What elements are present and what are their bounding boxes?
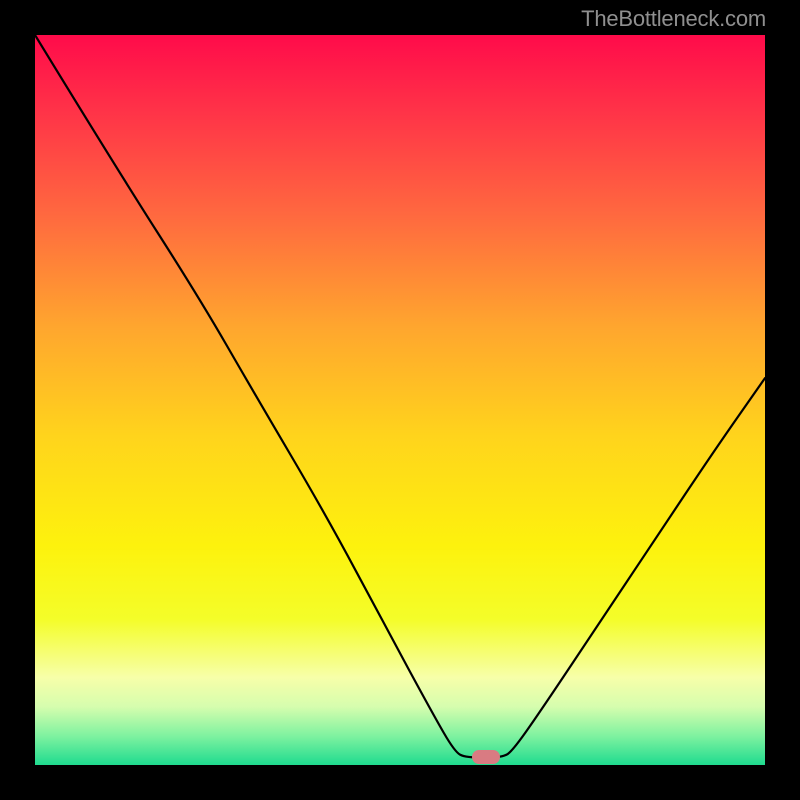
chart-frame: TheBottleneck.com xyxy=(0,0,800,800)
watermark-text: TheBottleneck.com xyxy=(581,6,766,32)
optimal-point-marker xyxy=(472,750,500,764)
plot-area xyxy=(35,35,765,765)
bottleneck-curve xyxy=(35,35,765,765)
